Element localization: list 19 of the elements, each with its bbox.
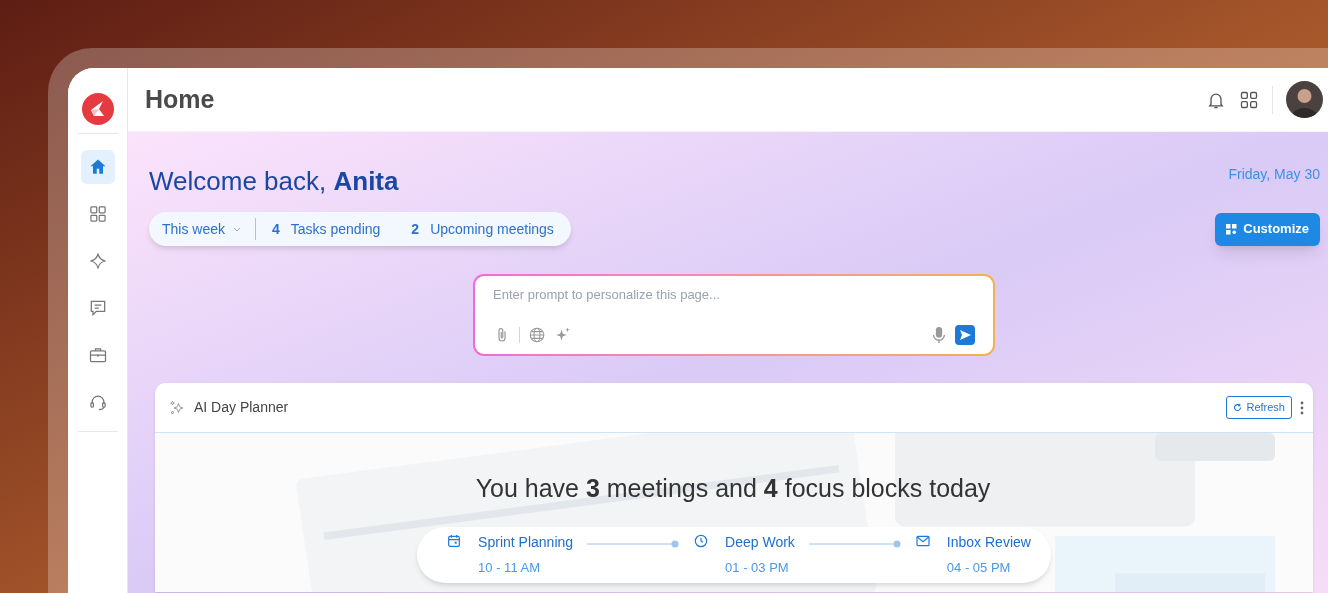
stat-count: 4 [272, 219, 280, 239]
event-title[interactable]: Deep Work [725, 531, 795, 553]
event-time: 01 - 03 PM [725, 558, 790, 577]
event-time: 10 - 11 AM [478, 558, 541, 577]
stat-label: Upcoming meetings [430, 219, 554, 239]
page-title: Home [145, 83, 216, 115]
event-time: 04 - 05 PM [946, 558, 1012, 577]
event-title[interactable]: Sprint Planning [478, 531, 574, 553]
refresh-button[interactable]: Refresh [1226, 396, 1292, 419]
event-title[interactable]: Inbox Review [946, 531, 1031, 553]
card-title: AI Day Planner [194, 398, 290, 417]
stat-count: 2 [411, 219, 420, 239]
welcome-heading: Welcome back, Anita [149, 165, 399, 198]
period-dropdown[interactable]: This week [162, 218, 257, 240]
prompt-box[interactable]: Enter prompt to personalize this page... [473, 274, 995, 356]
date-label: Friday, May 30 [1228, 165, 1320, 184]
stat-label: Tasks pending [290, 219, 381, 239]
customize-button[interactable]: Customize [1215, 212, 1320, 246]
planner-headline: You have 3 meetings and 4 focus blocks today [475, 473, 991, 504]
